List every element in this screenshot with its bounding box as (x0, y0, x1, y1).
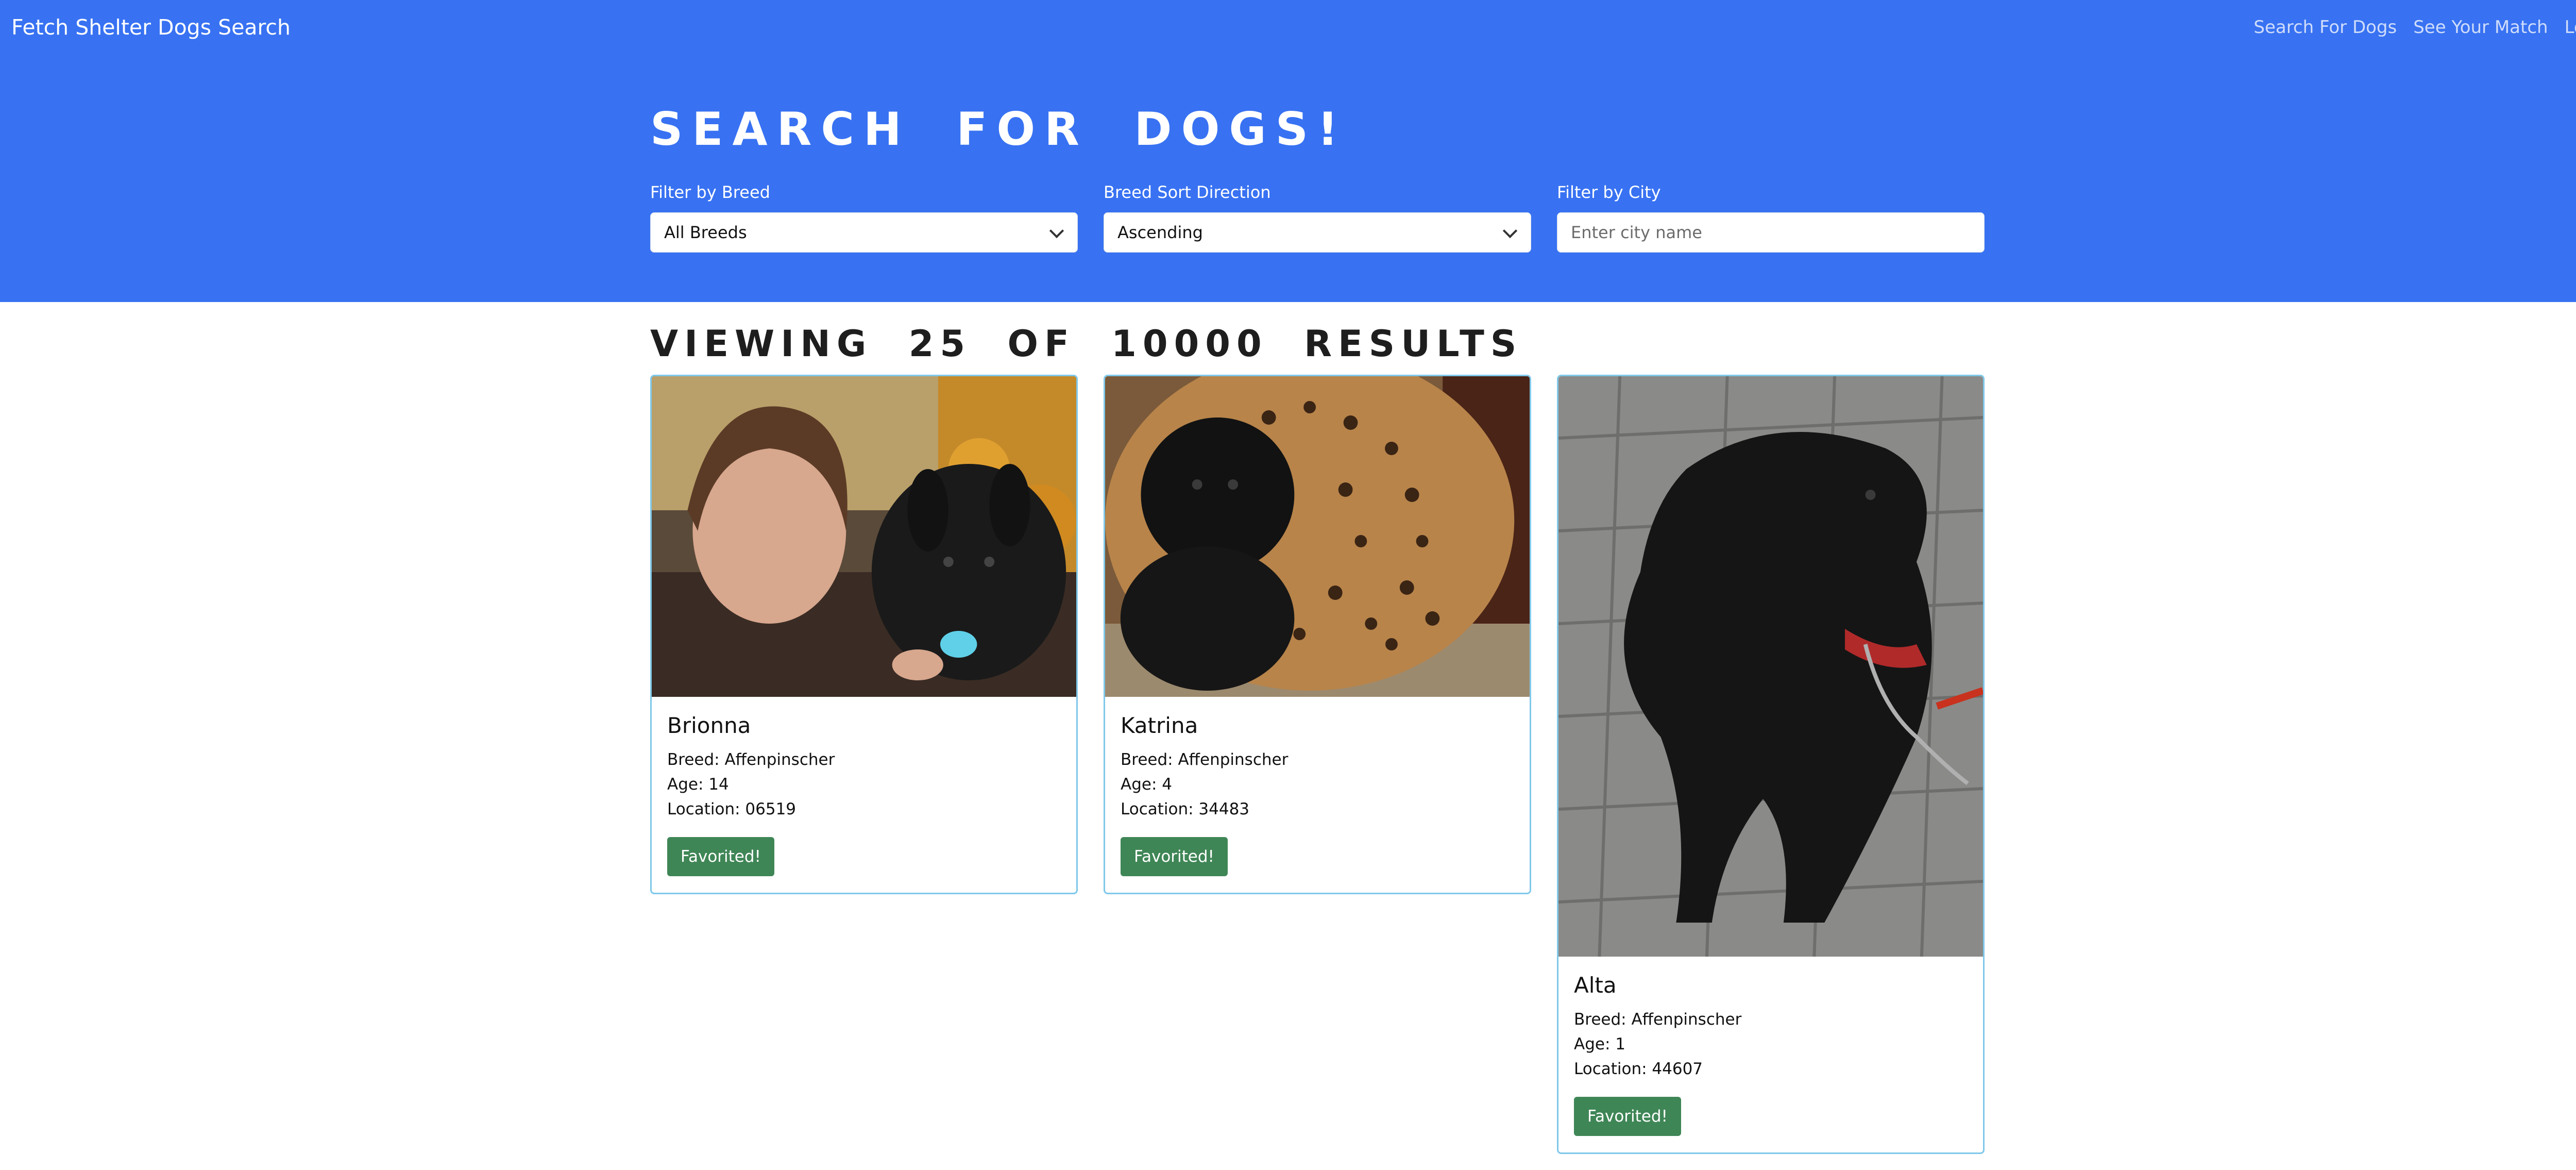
sort-direction-select[interactable]: Ascending (1104, 212, 1531, 253)
filters-row: Filter by Breed All Breeds Breed Sort Di… (650, 180, 1987, 253)
results-count-heading: Viewing 25 of 10000 Results (650, 323, 1523, 365)
dog-location: Location: 34483 (1121, 800, 1250, 818)
dog-location: Location: 06519 (667, 800, 796, 818)
dog-photo (1105, 376, 1530, 697)
breed-filter-value: All Breeds (664, 223, 747, 242)
dog-photo (1558, 376, 1983, 957)
dog-age: Age: 14 (667, 775, 729, 794)
dog-name: Katrina (1121, 713, 1198, 738)
favorite-button[interactable]: Favorited! (1574, 1097, 1681, 1136)
city-filter-label: Filter by City (1557, 182, 1661, 202)
dog-age: Age: 4 (1121, 775, 1172, 794)
page-title: Search For Dogs! (650, 103, 1348, 156)
city-filter-input[interactable] (1571, 213, 1971, 252)
chevron-down-icon (1049, 223, 1064, 239)
breed-filter-label: Filter by Breed (650, 182, 770, 202)
dog-card: Katrina Breed: Affenpinscher Age: 4 Loca… (1104, 375, 1531, 894)
chevron-down-icon (1502, 223, 1518, 239)
dog-card-body: Alta Breed: Affenpinscher Age: 1 Locatio… (1558, 957, 1983, 1152)
city-filter-field (1557, 212, 1985, 253)
dog-location: Location: 44607 (1574, 1060, 1703, 1078)
search-header: Fetch Shelter Dogs Search Search For Dog… (0, 0, 2576, 302)
nav-link-match[interactable]: See Your Match (2413, 14, 2548, 40)
dog-name: Brionna (667, 713, 751, 738)
favorite-button[interactable]: Favorited! (667, 837, 774, 876)
favorite-button[interactable]: Favorited! (1121, 837, 1228, 876)
dog-breed: Breed: Affenpinscher (1121, 750, 1289, 769)
breed-filter-select[interactable]: All Breeds (650, 212, 1078, 253)
dog-breed: Breed: Affenpinscher (667, 750, 835, 769)
dog-card-body: Katrina Breed: Affenpinscher Age: 4 Loca… (1105, 697, 1530, 893)
dog-breed: Breed: Affenpinscher (1574, 1010, 1742, 1029)
dog-card-body: Brionna Breed: Affenpinscher Age: 14 Loc… (652, 697, 1076, 893)
sort-direction-label: Breed Sort Direction (1104, 182, 1271, 202)
dog-photo (652, 376, 1076, 697)
nav-link-search[interactable]: Search For Dogs (2253, 14, 2397, 40)
dog-name: Alta (1574, 973, 1617, 998)
dog-card: Alta Breed: Affenpinscher Age: 1 Locatio… (1557, 375, 1985, 1154)
app-brand[interactable]: Fetch Shelter Dogs Search (11, 12, 291, 42)
sort-direction-value: Ascending (1117, 223, 1203, 242)
dog-card: Brionna Breed: Affenpinscher Age: 14 Loc… (650, 375, 1078, 894)
top-nav: Search For Dogs See Your Match Logout (2253, 14, 2576, 40)
nav-link-logout[interactable]: Logout (2565, 14, 2576, 40)
dog-age: Age: 1 (1574, 1035, 1625, 1054)
